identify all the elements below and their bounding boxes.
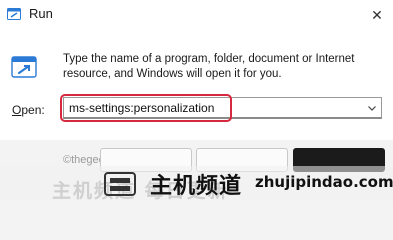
close-icon: ✕: [371, 6, 383, 23]
brand-overlay: 主机频道 每日更新 主机频道 zhujipindao.com: [0, 166, 393, 202]
open-combobox[interactable]: ms-settings:personalization: [63, 97, 382, 119]
run-app-icon: [7, 8, 21, 20]
brand-logo-icon: [104, 172, 136, 196]
run-large-icon: [11, 56, 37, 78]
window-title: Run: [29, 6, 53, 21]
open-input-value[interactable]: ms-settings:personalization: [69, 101, 214, 115]
open-label-text: pen:: [21, 103, 45, 117]
brand-name: 主机频道: [150, 174, 243, 199]
chevron-down-icon[interactable]: [367, 103, 377, 113]
dialog-description: Type the name of a program, folder, docu…: [63, 53, 355, 80]
open-label-mnemonic: O: [12, 103, 22, 117]
brand-domain: zhujipindao.com: [255, 173, 393, 191]
open-label: Open:: [12, 103, 45, 117]
close-button[interactable]: ✕: [366, 4, 388, 26]
dialog-body: Type the name of a program, folder, docu…: [0, 30, 393, 140]
title-bar: Run ✕: [0, 0, 393, 30]
